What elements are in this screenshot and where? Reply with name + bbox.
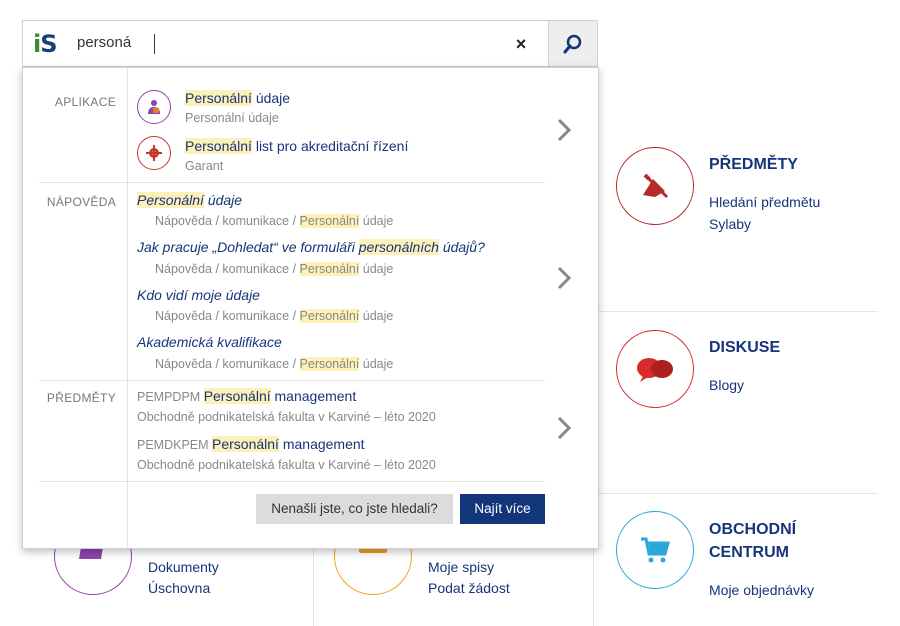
course-title-rest: management bbox=[270, 388, 357, 404]
course-result-title[interactable]: PEMDKPEM Personální management bbox=[137, 436, 365, 452]
help-result-title[interactable]: Kdo vidí moje údaje bbox=[137, 287, 260, 303]
chevron-right-icon[interactable] bbox=[555, 416, 573, 440]
help-result-title[interactable]: Akademická kvalifikace bbox=[137, 334, 282, 350]
help-path-text: údaje bbox=[359, 357, 394, 371]
highlight-match: Personální bbox=[299, 309, 360, 323]
app-icon-garant[interactable] bbox=[137, 136, 171, 170]
section-divider bbox=[39, 380, 545, 381]
person-icon bbox=[148, 100, 160, 114]
highlight-match: Personální bbox=[299, 214, 360, 228]
help-result-title[interactable]: Jak pracuje „Dohledat“ ve formuláři pers… bbox=[137, 239, 485, 255]
uschovna-link[interactable]: Úschovna bbox=[148, 577, 210, 599]
help-title-text: Kdo vidí moje údaje bbox=[137, 287, 260, 303]
predmety-tile-icon[interactable] bbox=[616, 147, 694, 225]
app-title-rest: údaje bbox=[251, 90, 291, 106]
highlight-match: Personální bbox=[185, 138, 252, 154]
diskuse-link-blogy[interactable]: Blogy bbox=[709, 374, 744, 396]
help-result-path: Nápověda / komunikace / Personální údaje bbox=[155, 214, 393, 228]
help-result-path: Nápověda / komunikace / Personální údaje bbox=[155, 357, 393, 371]
diskuse-tile-title[interactable]: DISKUSE bbox=[709, 336, 780, 359]
course-title-rest: management bbox=[278, 436, 365, 452]
predmety-link-hledani[interactable]: Hledání předmětu bbox=[709, 191, 820, 213]
highlight-match: Personální bbox=[203, 388, 271, 404]
chat-bubbles-icon bbox=[637, 358, 673, 382]
moje-spisy-link[interactable]: Moje spisy bbox=[428, 556, 494, 578]
predmety-link-sylaby[interactable]: Sylaby bbox=[709, 213, 751, 235]
highlight-match: personálních bbox=[358, 239, 439, 255]
help-result-title[interactable]: Personální údaje bbox=[137, 192, 242, 208]
gear-icon bbox=[146, 145, 162, 161]
app-icon-personal[interactable] bbox=[137, 90, 171, 124]
course-result-title[interactable]: PEMPDPM Personální management bbox=[137, 388, 356, 404]
podat-zadost-link[interactable]: Podat žádost bbox=[428, 577, 510, 599]
section-label-help: NÁPOVĚDA bbox=[46, 195, 116, 209]
obchodni-tile-title-2[interactable]: CENTRUM bbox=[709, 541, 789, 564]
help-path-text: Nápověda / komunikace / bbox=[155, 309, 300, 323]
find-more-button[interactable]: Najít více bbox=[460, 494, 545, 524]
help-title-text: údajů? bbox=[438, 239, 485, 255]
obchodni-tile-title-1[interactable]: OBCHODNÍ bbox=[709, 518, 796, 541]
course-result-faculty: Obchodně podnikatelská fakulta v Karviné… bbox=[137, 458, 436, 472]
search-bar: iS personá × bbox=[22, 20, 598, 67]
obchodni-link-objednavky[interactable]: Moje objednávky bbox=[709, 579, 814, 601]
help-path-text: Nápověda / komunikace / bbox=[155, 357, 300, 371]
highlight-match: Personální bbox=[185, 90, 252, 106]
section-divider bbox=[39, 182, 545, 183]
search-button[interactable] bbox=[548, 21, 597, 66]
section-label-courses: PŘEDMĚTY bbox=[46, 391, 116, 405]
clear-search-button[interactable]: × bbox=[510, 33, 532, 55]
app-result-subtitle: Garant bbox=[185, 159, 224, 173]
tile-divider bbox=[593, 493, 878, 494]
highlight-match: Personální bbox=[137, 192, 204, 208]
book-pen-icon bbox=[643, 173, 669, 199]
help-path-text: údaje bbox=[359, 262, 394, 276]
search-icon bbox=[563, 34, 582, 53]
highlight-match: Personální bbox=[299, 357, 360, 371]
dokumenty-link[interactable]: Dokumenty bbox=[148, 556, 219, 578]
label-column-divider bbox=[127, 68, 128, 548]
highlight-match: Personální bbox=[299, 262, 360, 276]
chevron-right-icon[interactable] bbox=[555, 266, 573, 290]
highlight-match: Personální bbox=[212, 436, 279, 452]
help-title-text: Akademická kvalifikace bbox=[137, 334, 282, 350]
logo-letter-s: S bbox=[40, 30, 57, 58]
section-divider bbox=[39, 481, 545, 482]
help-path-text: Nápověda / komunikace / bbox=[155, 262, 300, 276]
help-path-text: údaje bbox=[359, 214, 394, 228]
search-input-value: personá bbox=[77, 34, 132, 51]
app-result-title[interactable]: Personální údaje bbox=[185, 90, 290, 106]
search-suggestions-dropdown: APLIKACE Personální údaje Personální úda… bbox=[22, 67, 599, 549]
help-title-text: Jak pracuje „Dohledat“ ve formuláři bbox=[137, 239, 359, 255]
not-found-button[interactable]: Nenašli jste, co jste hledali? bbox=[256, 494, 453, 524]
tile-divider bbox=[593, 311, 878, 312]
course-code: PEMDKPEM bbox=[137, 438, 213, 452]
predmety-tile-title[interactable]: PŘEDMĚTY bbox=[709, 153, 798, 176]
help-path-text: údaje bbox=[359, 309, 394, 323]
help-result-path: Nápověda / komunikace / Personální údaje bbox=[155, 309, 393, 323]
help-result-path: Nápověda / komunikace / Personální údaje bbox=[155, 262, 393, 276]
shopping-cart-icon bbox=[641, 537, 670, 563]
app-title-rest: list pro akreditační řízení bbox=[251, 138, 409, 154]
app-result-subtitle: Personální údaje bbox=[185, 111, 279, 125]
course-result-faculty: Obchodně podnikatelská fakulta v Karviné… bbox=[137, 410, 436, 424]
section-label-apps: APLIKACE bbox=[54, 95, 116, 109]
help-path-text: Nápověda / komunikace / bbox=[155, 214, 300, 228]
diskuse-tile-icon[interactable] bbox=[616, 330, 694, 408]
course-code: PEMPDPM bbox=[137, 390, 204, 404]
help-title-text: údaje bbox=[203, 192, 243, 208]
search-input[interactable]: personá bbox=[77, 29, 497, 57]
obchodni-tile-icon[interactable] bbox=[616, 511, 694, 589]
chevron-right-icon[interactable] bbox=[555, 118, 573, 142]
text-caret bbox=[154, 34, 155, 54]
is-logo[interactable]: iS bbox=[33, 30, 58, 58]
app-result-title[interactable]: Personální list pro akreditační řízení bbox=[185, 138, 408, 154]
